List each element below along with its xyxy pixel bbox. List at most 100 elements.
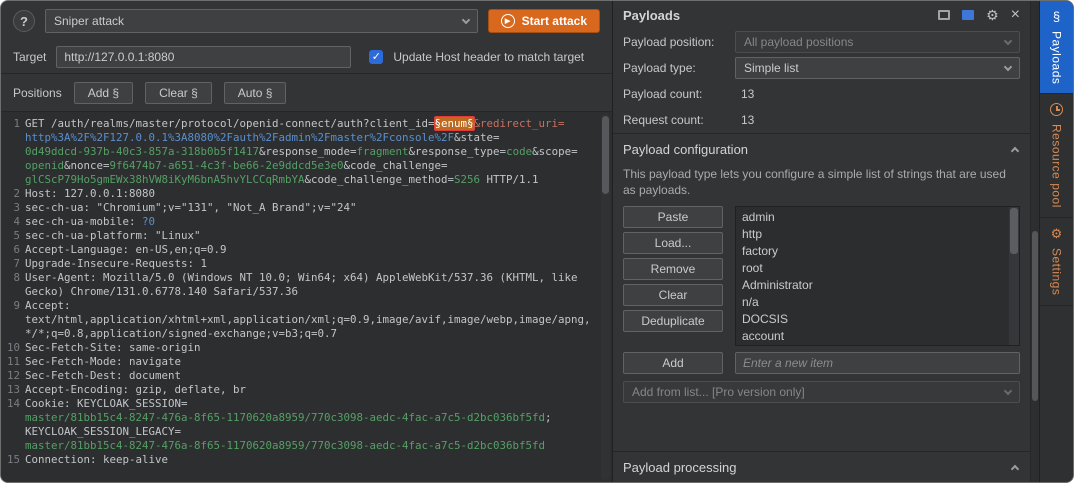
tab-payloads-label: Payloads	[1050, 31, 1064, 84]
editor-scrollbar[interactable]	[601, 114, 610, 480]
request-editor[interactable]: 1GET /auth/realms/master/protocol/openid…	[1, 112, 612, 482]
deduplicate-button[interactable]: Deduplicate	[623, 310, 723, 332]
request-line[interactable]: 9Accept: text/html,application/xhtml+xml…	[1, 299, 600, 341]
side-tab-strip: § Payloads Resource pool ⚙ Settings	[1039, 1, 1073, 482]
request-line[interactable]: 4sec-ch-ua-mobile: ?0	[1, 215, 600, 229]
tab-strip-filler	[1040, 306, 1073, 482]
tab-resource-pool[interactable]: Resource pool	[1040, 94, 1073, 218]
target-row: Target ✓ Update Host header to match tar…	[1, 41, 612, 73]
gear-icon[interactable]: ⚙	[986, 8, 999, 22]
payloads-panel: Payloads ⚙ × Payload position: All paylo…	[613, 1, 1073, 482]
add-from-list-value: Add from list... [Pro version only]	[632, 385, 805, 399]
panel-title: Payloads	[623, 8, 680, 23]
request-line[interactable]: 10Sec-Fetch-Site: same-origin	[1, 341, 600, 355]
target-input[interactable]	[56, 46, 351, 68]
editor-scrollbar-thumb[interactable]	[602, 116, 609, 194]
line-content: Sec-Fetch-Site: same-origin	[25, 341, 600, 355]
payload-list-controls: Paste Load... Remove Clear Deduplicate a…	[613, 206, 1030, 346]
clear-button[interactable]: Clear	[623, 284, 723, 306]
payload-list-item[interactable]: DOCSIS	[742, 311, 1005, 328]
request-line[interactable]: 8User-Agent: Mozilla/5.0 (Windows NT 10.…	[1, 271, 600, 299]
attack-type-select[interactable]: Sniper attack	[45, 9, 478, 33]
add-button[interactable]: Add	[623, 352, 723, 374]
new-payload-input[interactable]	[735, 352, 1020, 374]
line-number: 14	[1, 397, 25, 453]
load-button[interactable]: Load...	[623, 232, 723, 254]
payload-processing-header[interactable]: Payload processing	[613, 452, 1030, 482]
payload-position-select: All payload positions	[735, 31, 1020, 53]
line-number: 4	[1, 215, 25, 229]
close-icon[interactable]: ×	[1011, 7, 1020, 23]
request-line[interactable]: 1GET /auth/realms/master/protocol/openid…	[1, 117, 600, 187]
request-line[interactable]: 6Accept-Language: en-US,en;q=0.9	[1, 243, 600, 257]
line-content: Upgrade-Insecure-Requests: 1	[25, 257, 600, 271]
request-line[interactable]: 5sec-ch-ua-platform: "Linux"	[1, 229, 600, 243]
payload-list-scrollbar-thumb[interactable]	[1010, 208, 1018, 254]
line-number: 15	[1, 453, 25, 467]
request-line[interactable]: 3sec-ch-ua: "Chromium";v="131", "Not_A B…	[1, 201, 600, 215]
line-content: Cookie: KEYCLOAK_SESSION= master/81bb15c…	[25, 397, 600, 453]
payload-type-select[interactable]: Simple list	[735, 57, 1020, 79]
auto-marker-button[interactable]: Auto §	[224, 82, 287, 104]
payload-list[interactable]: adminhttpfactoryrootAdministratorn/aDOCS…	[735, 206, 1020, 346]
collapse-icon[interactable]	[1011, 465, 1019, 473]
line-number: 8	[1, 271, 25, 299]
request-line[interactable]: 2Host: 127.0.0.1:8080	[1, 187, 600, 201]
clear-marker-button[interactable]: Clear §	[145, 82, 212, 104]
docked-view-icon[interactable]	[962, 10, 974, 20]
request-count-label: Request count:	[623, 113, 735, 127]
request-count-value: 13	[741, 113, 754, 127]
gear-icon: ⚙	[1051, 227, 1063, 240]
attack-config-panel: ? Sniper attack ▶ Start attack Target ✓ …	[1, 1, 613, 482]
chevron-down-icon	[461, 15, 469, 23]
payload-list-buttons: Paste Load... Remove Clear Deduplicate	[623, 206, 723, 346]
payload-list-scrollbar[interactable]	[1009, 207, 1019, 345]
payload-type-row: Payload type: Simple list	[613, 55, 1030, 81]
line-content: Host: 127.0.0.1:8080	[25, 187, 600, 201]
play-icon: ▶	[501, 14, 515, 28]
add-from-list-select: Add from list... [Pro version only]	[623, 381, 1020, 403]
chevron-down-icon	[1004, 36, 1012, 44]
payload-configuration-description: This payload type lets you configure a s…	[613, 164, 1030, 206]
collapse-icon[interactable]	[1011, 147, 1019, 155]
request-line[interactable]: 14Cookie: KEYCLOAK_SESSION= master/81bb1…	[1, 397, 600, 453]
remove-button[interactable]: Remove	[623, 258, 723, 280]
tab-settings[interactable]: ⚙ Settings	[1040, 218, 1073, 305]
payload-position-value: All payload positions	[744, 35, 853, 49]
section-icon: §	[1053, 10, 1060, 23]
line-number: 11	[1, 355, 25, 369]
paste-button[interactable]: Paste	[623, 206, 723, 228]
add-marker-button[interactable]: Add §	[74, 82, 133, 104]
payload-list-item[interactable]: http	[742, 226, 1005, 243]
line-content: sec-ch-ua-mobile: ?0	[25, 215, 600, 229]
tab-settings-label: Settings	[1050, 248, 1064, 295]
payload-position-row: Payload position: All payload positions	[613, 29, 1030, 55]
request-line[interactable]: 15Connection: keep-alive	[1, 453, 600, 467]
start-attack-button[interactable]: ▶ Start attack	[488, 9, 600, 33]
update-host-label: Update Host header to match target	[393, 50, 584, 64]
request-line[interactable]: 12Sec-Fetch-Dest: document	[1, 369, 600, 383]
payload-list-item[interactable]: root	[742, 260, 1005, 277]
request-line[interactable]: 11Sec-Fetch-Mode: navigate	[1, 355, 600, 369]
payload-list-item[interactable]: n/a	[742, 294, 1005, 311]
line-content: User-Agent: Mozilla/5.0 (Windows NT 10.0…	[25, 271, 600, 299]
line-number: 3	[1, 201, 25, 215]
request-line[interactable]: 13Accept-Encoding: gzip, deflate, br	[1, 383, 600, 397]
panel-scrollbar-thumb[interactable]	[1032, 231, 1038, 401]
positions-bar: Positions Add § Clear § Auto §	[1, 74, 612, 111]
payload-type-value: Simple list	[744, 61, 799, 75]
payload-count-label: Payload count:	[623, 87, 735, 101]
split-view-icon[interactable]	[938, 10, 950, 20]
chevron-down-icon	[1004, 62, 1012, 70]
payload-list-item[interactable]: Administrator	[742, 277, 1005, 294]
payload-list-item[interactable]: admin	[742, 209, 1005, 226]
tab-payloads[interactable]: § Payloads	[1040, 1, 1073, 94]
payload-list-item[interactable]: account	[742, 328, 1005, 345]
payload-list-item[interactable]: factory	[742, 243, 1005, 260]
panel-scrollbar[interactable]	[1030, 1, 1039, 482]
help-icon[interactable]: ?	[13, 10, 35, 32]
request-line[interactable]: 7Upgrade-Insecure-Requests: 1	[1, 257, 600, 271]
payload-configuration-header[interactable]: Payload configuration	[613, 134, 1030, 164]
update-host-checkbox[interactable]: ✓	[369, 50, 383, 64]
line-number: 7	[1, 257, 25, 271]
